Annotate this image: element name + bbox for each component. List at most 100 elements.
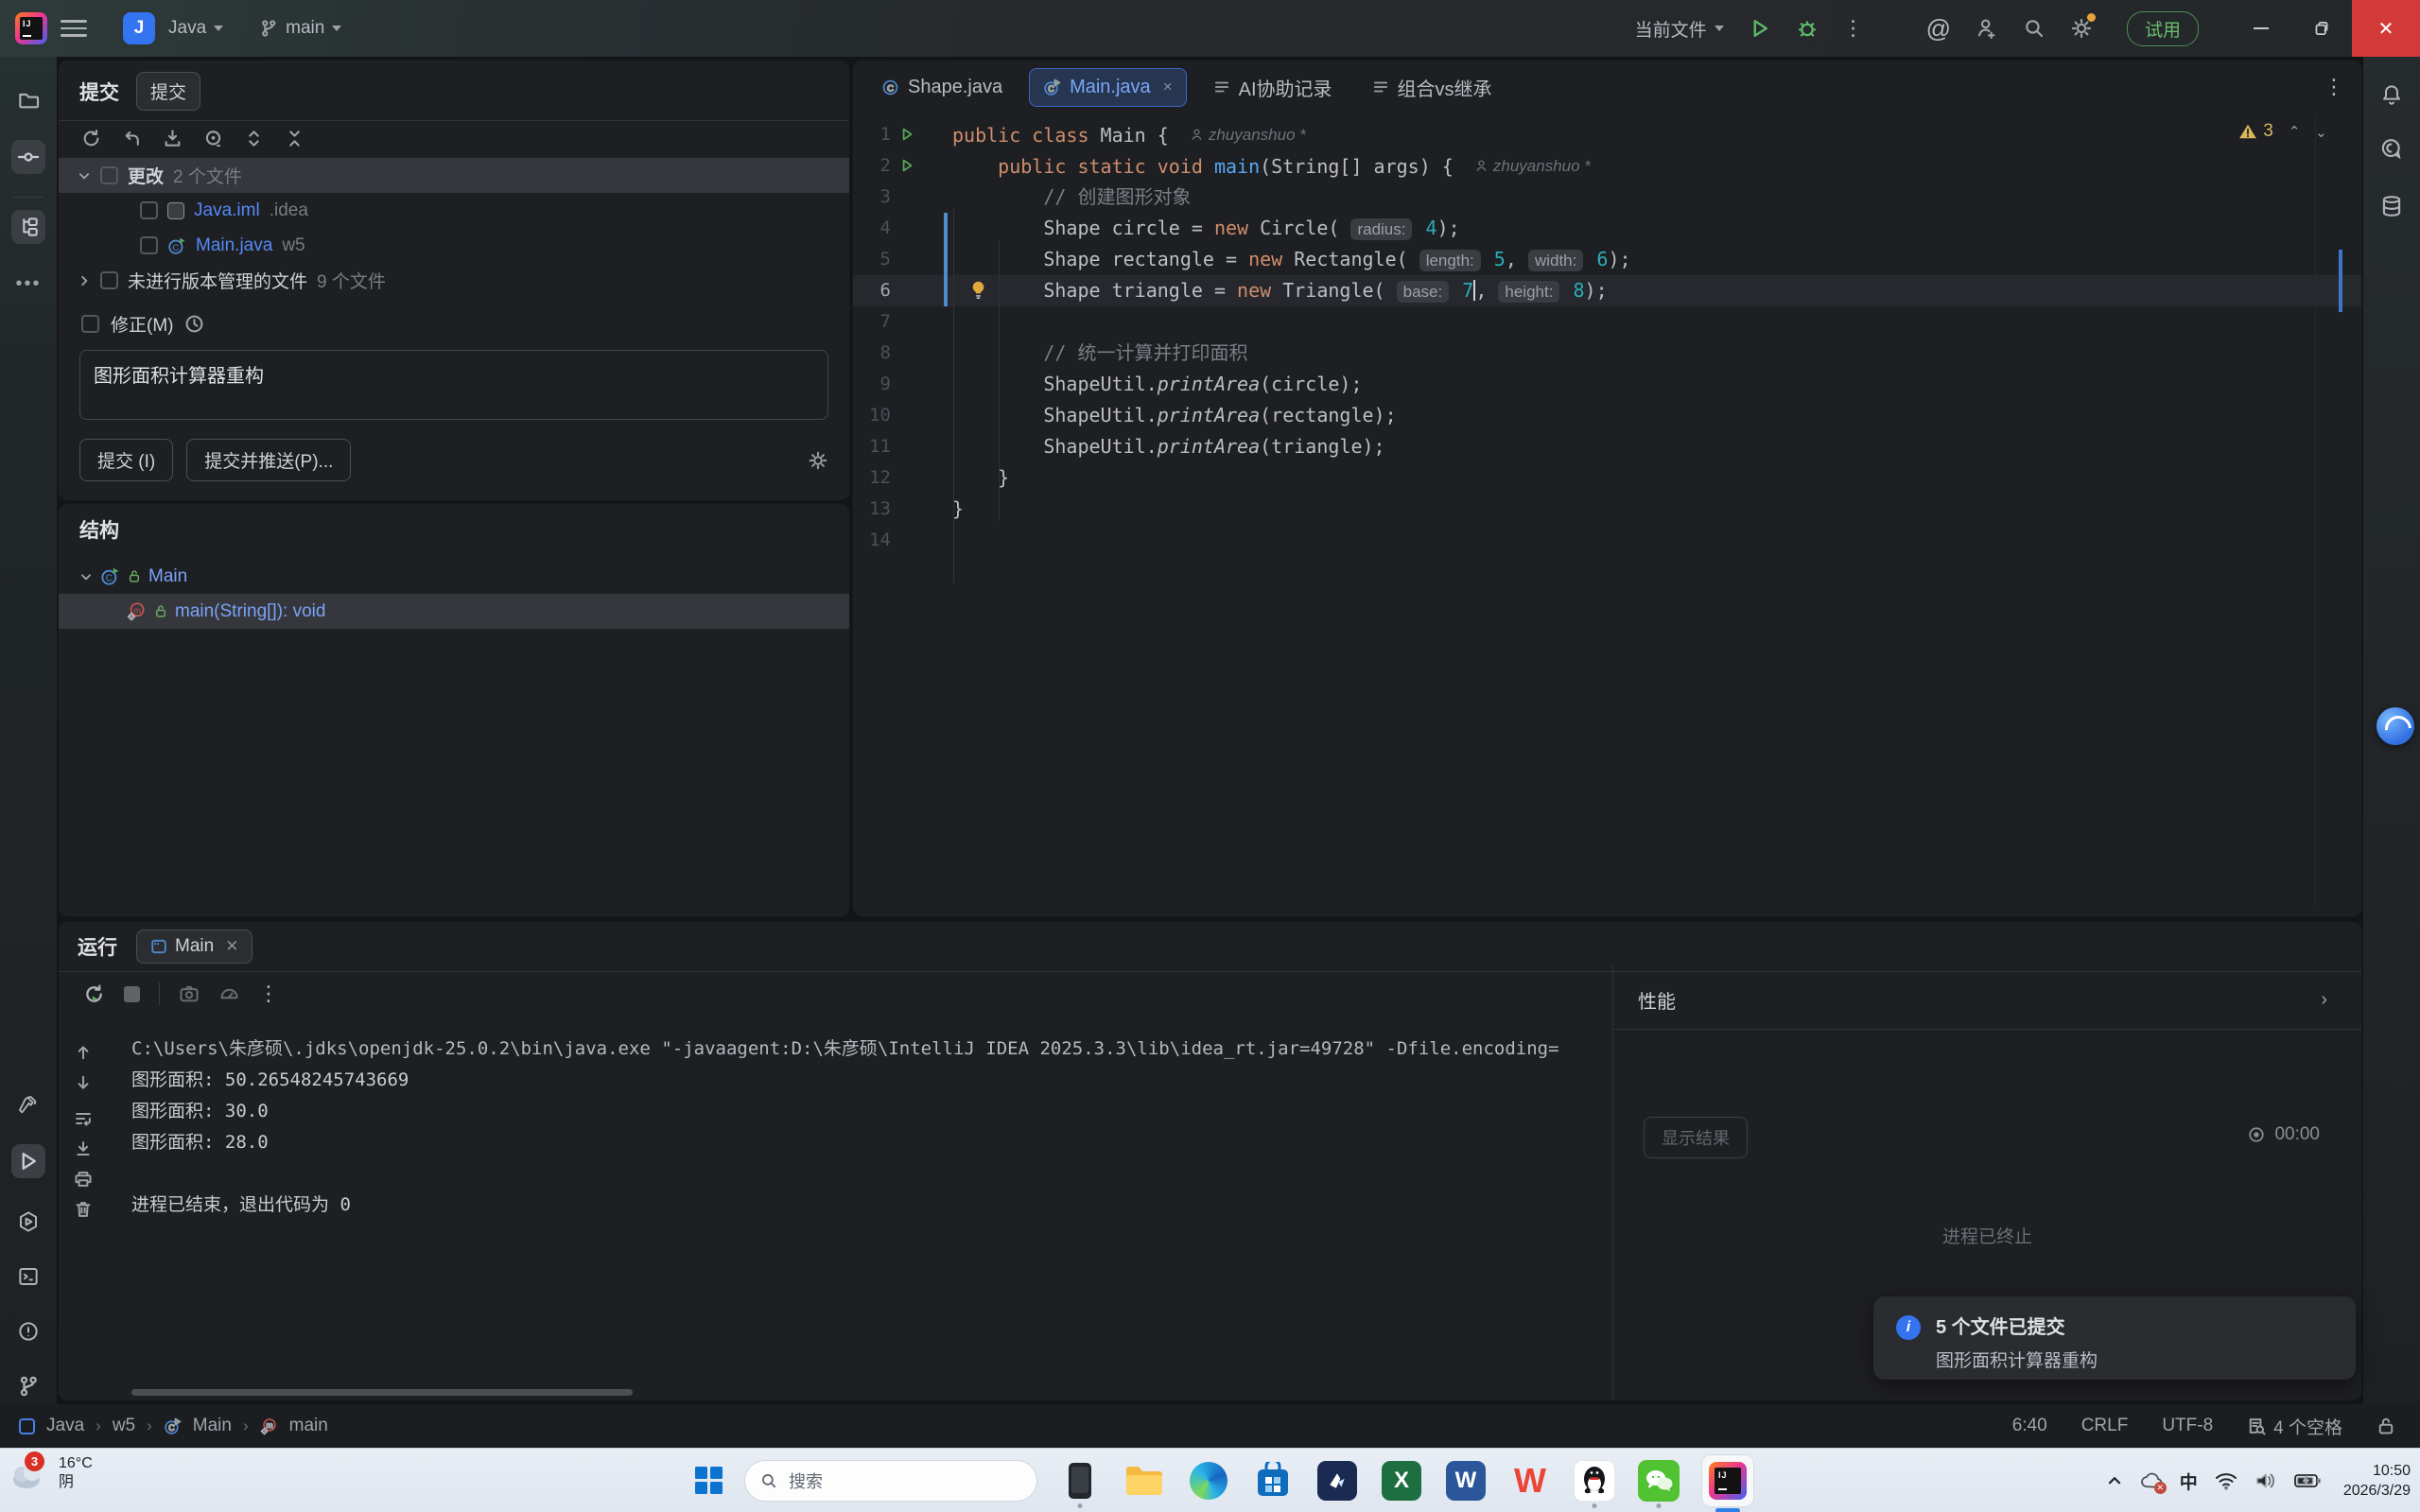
terminal-tool-icon[interactable] [11, 1260, 45, 1294]
print-icon[interactable] [74, 1170, 93, 1189]
code-editor[interactable]: 1public class Main { zhuyanshuo *2 publi… [853, 113, 2361, 556]
structure-method-row[interactable]: m main(String[]): void [59, 594, 849, 629]
changes-checkbox[interactable] [100, 166, 118, 184]
app-icon-wechat[interactable] [1637, 1459, 1680, 1503]
commit-notification-toast[interactable]: i 5 个文件已提交 图形面积计算器重构 [1873, 1296, 2356, 1380]
scrollbar-change-mark[interactable] [2339, 250, 2342, 312]
start-button[interactable] [695, 1467, 723, 1495]
screenshot-icon[interactable] [179, 983, 200, 1004]
app-icon-microsoft-store[interactable] [1251, 1459, 1295, 1503]
app-icon-intellij-idea-active[interactable]: IJ [1701, 1454, 1754, 1507]
services-tool-icon[interactable] [11, 1205, 45, 1239]
window-restore-button[interactable] [2291, 0, 2352, 57]
scroll-to-end-icon[interactable] [74, 1139, 93, 1158]
notifications-bell-icon[interactable] [2375, 78, 2409, 112]
show-results-button[interactable]: 显示结果 [1644, 1117, 1748, 1158]
ime-indicator[interactable]: 中 [2180, 1469, 2198, 1494]
code-line[interactable]: 5 Shape rectangle = new Rectangle( lengt… [853, 244, 2361, 275]
indent-selector[interactable]: 4 个空格 [2247, 1414, 2342, 1439]
app-icon-word[interactable]: W [1444, 1459, 1488, 1503]
close-tab-icon[interactable]: × [1163, 78, 1173, 96]
code-line[interactable]: 13} [853, 494, 2361, 525]
clear-console-icon[interactable] [74, 1200, 93, 1219]
more-actions-button[interactable]: ⋮ [1843, 16, 1864, 41]
soft-wrap-icon[interactable] [74, 1109, 93, 1128]
build-tool-icon[interactable] [11, 1089, 45, 1123]
file-checkbox[interactable] [140, 236, 158, 254]
app-icon-wps[interactable]: W [1508, 1459, 1552, 1503]
tab-shape-java[interactable]: C Shape.java [868, 69, 1016, 106]
app-icon-dark-blue[interactable] [1315, 1459, 1359, 1503]
next-problem-icon[interactable]: ⌃ [2315, 123, 2327, 140]
run-button[interactable] [1749, 17, 1771, 40]
code-line[interactable]: 10 ShapeUtil.printArea(rectangle); [853, 400, 2361, 431]
run-tab-main[interactable]: Main ✕ [136, 930, 252, 964]
inspections-widget[interactable]: 3 ⌃ ⌃ [2238, 121, 2327, 142]
run-tool-icon[interactable] [11, 1144, 45, 1178]
amend-checkbox[interactable] [81, 315, 99, 333]
ai-chat-tool-icon[interactable] [2375, 132, 2409, 166]
unlock-icon[interactable] [2376, 1416, 2395, 1435]
battery-icon[interactable] [2294, 1472, 2321, 1489]
run-config-selector[interactable]: 当前文件 [1635, 16, 1724, 42]
tab-options-icon[interactable]: ⋮ [2324, 75, 2344, 99]
code-line[interactable]: 4 Shape circle = new Circle( radius: 4); [853, 213, 2361, 244]
tab-ai-notes[interactable]: AI协助记录 [1200, 66, 1346, 109]
console-output[interactable]: C:\Users\朱彦硕\.jdks\openjdk-25.0.2\bin\ja… [131, 1034, 1559, 1221]
code-line[interactable]: 9 ShapeUtil.printArea(circle); [853, 369, 2361, 400]
problems-tool-icon[interactable] [11, 1314, 45, 1348]
branch-selector[interactable]: main [259, 18, 341, 39]
close-tab-icon[interactable]: ✕ [225, 937, 238, 956]
collapse-all-icon[interactable] [285, 129, 305, 148]
caret-position[interactable]: 6:40 [2012, 1416, 2047, 1436]
tab-composition-vs-inheritance[interactable]: 组合vs继承 [1359, 66, 1506, 109]
code-line[interactable]: 12 } [853, 462, 2361, 494]
project-selector[interactable]: Java [168, 18, 223, 39]
project-avatar[interactable]: J [123, 12, 155, 44]
ai-assistant-floating-button[interactable] [2376, 707, 2414, 745]
window-minimize-button[interactable] [2231, 0, 2291, 57]
line-ending-selector[interactable]: CRLF [2081, 1416, 2129, 1436]
app-icon-qq[interactable] [1573, 1459, 1616, 1503]
chevron-right-icon[interactable]: › [2321, 989, 2327, 1011]
commit-settings-gear-icon[interactable] [808, 450, 828, 471]
structure-class-row[interactable]: C Main [59, 559, 849, 594]
commit-message-input[interactable]: 图形面积计算器重构 [79, 350, 828, 420]
trial-button[interactable]: 试用 [2127, 11, 2199, 46]
debug-button[interactable] [1796, 17, 1819, 40]
commit-tool-icon[interactable] [11, 140, 45, 174]
git-tool-icon[interactable] [11, 1369, 45, 1403]
taskbar-weather-widget[interactable]: 3 16°C阴 [8, 1454, 93, 1492]
changes-group-row[interactable]: 更改 2 个文件 [59, 158, 849, 193]
console-horizontal-scrollbar[interactable] [131, 1389, 633, 1396]
commit-tab[interactable]: 提交 [136, 72, 200, 111]
file-checkbox[interactable] [140, 201, 158, 219]
code-line[interactable]: 11 ShapeUtil.printArea(triangle); [853, 431, 2361, 462]
tray-chevron-up-icon[interactable] [2106, 1472, 2123, 1489]
rerun-button[interactable] [83, 983, 105, 1005]
main-menu-icon[interactable] [61, 20, 87, 37]
chevron-expanded-icon[interactable] [79, 570, 93, 583]
code-line[interactable]: 7 [853, 306, 2361, 338]
code-line[interactable]: 1public class Main { zhuyanshuo * [853, 119, 2361, 150]
commit-and-push-button[interactable]: 提交并推送(P)... [186, 439, 351, 481]
structure-tool-icon[interactable] [11, 210, 45, 244]
app-icon-file-explorer[interactable] [1123, 1459, 1166, 1503]
app-icon-excel[interactable]: X [1380, 1459, 1423, 1503]
down-stack-trace-icon[interactable] [74, 1073, 93, 1092]
volume-icon[interactable] [2255, 1471, 2277, 1490]
run-more-options-icon[interactable]: ⋮ [258, 982, 279, 1006]
settings-gear-icon[interactable] [2070, 17, 2093, 40]
intention-bulb-icon[interactable] [969, 280, 987, 300]
up-stack-trace-icon[interactable] [74, 1043, 93, 1062]
unversioned-checkbox[interactable] [100, 271, 118, 289]
code-line[interactable]: 3 // 创建图形对象 [853, 182, 2361, 213]
code-line[interactable]: 6 Shape triangle = new Triangle( base: 7… [853, 275, 2361, 306]
app-icon-edge[interactable] [1187, 1459, 1230, 1503]
taskbar-clock[interactable]: 10:50 2026/3/29 [2343, 1461, 2411, 1501]
run-line-icon[interactable] [898, 126, 915, 143]
commit-history-icon[interactable] [184, 314, 204, 334]
window-close-button[interactable]: ✕ [2352, 0, 2420, 57]
profiler-icon[interactable] [218, 983, 239, 1004]
tab-main-java[interactable]: C Main.java × [1029, 68, 1187, 107]
